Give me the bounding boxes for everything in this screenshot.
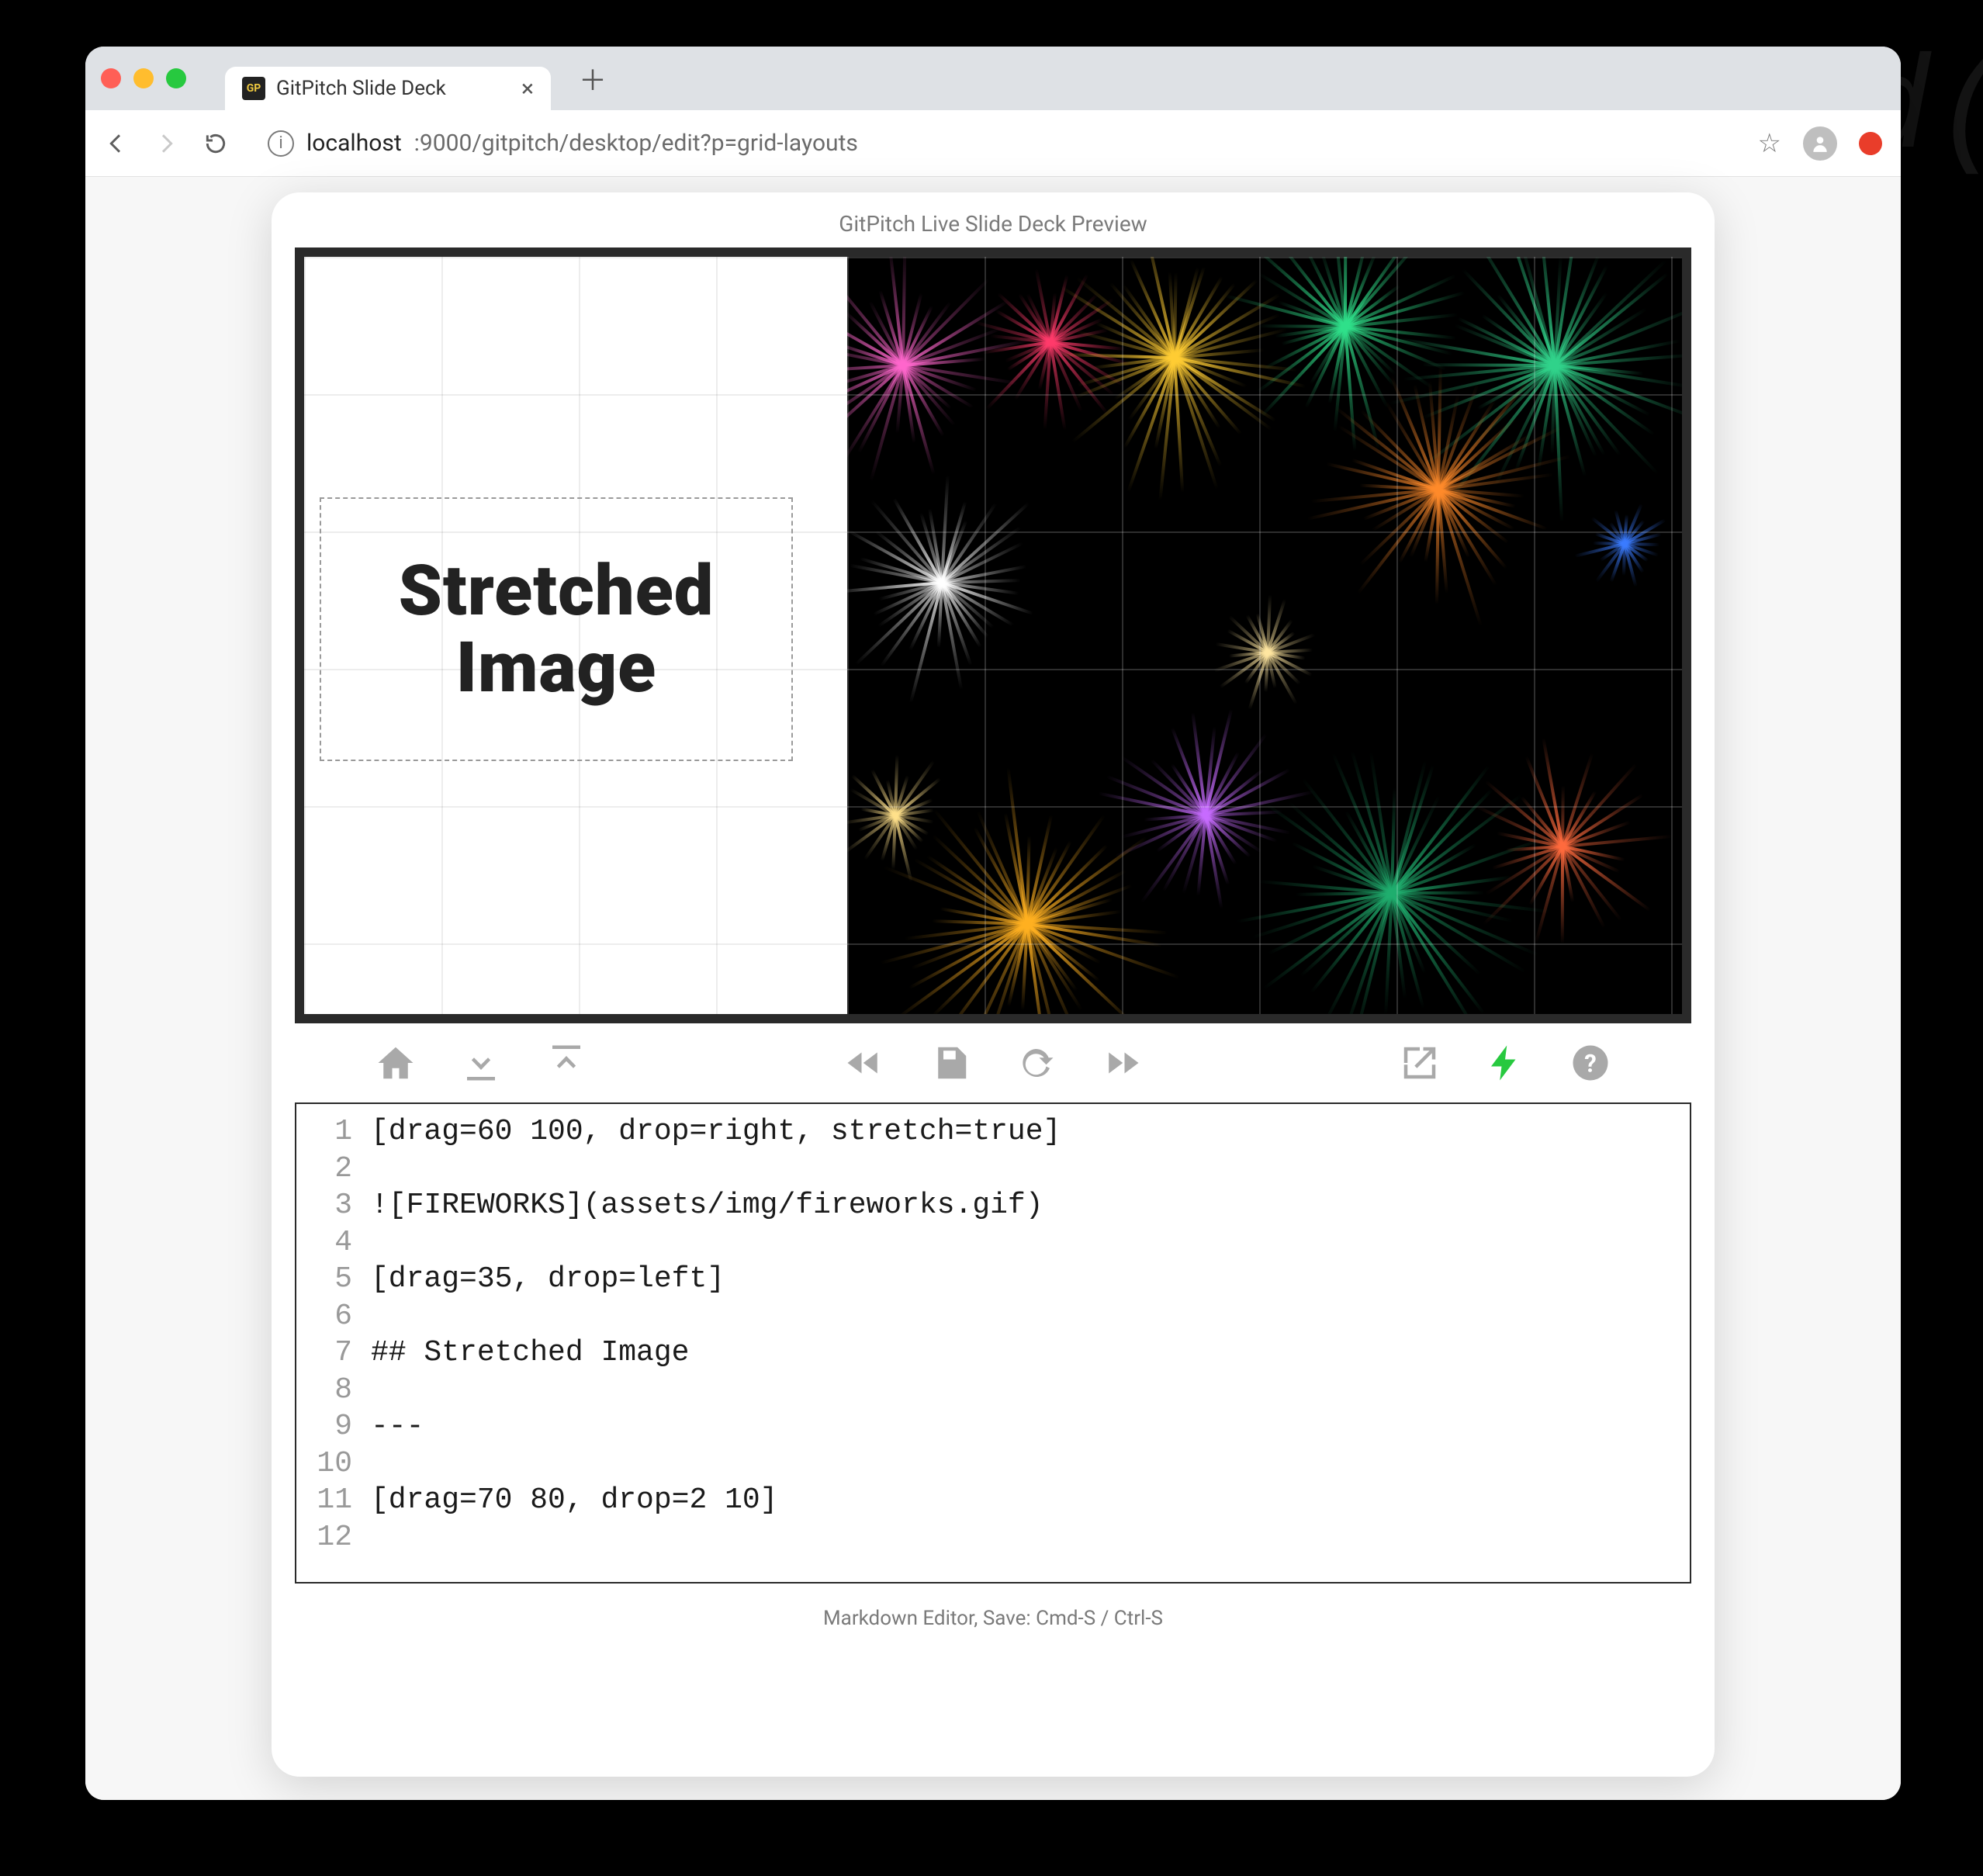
tab-strip: GP GitPitch Slide Deck × ＋ — [85, 47, 1901, 110]
rewind-icon — [844, 1042, 886, 1084]
refresh-icon — [1015, 1042, 1057, 1084]
slide-title-box: StretchedImage — [320, 497, 793, 761]
panel-header: GitPitch Live Slide Deck Preview — [272, 192, 1715, 247]
arrow-left-icon — [104, 131, 129, 156]
window-close-button[interactable] — [101, 68, 121, 88]
page-viewport: GitPitch Live Slide Deck Preview Stretch… — [85, 177, 1901, 1800]
next-slide-button[interactable] — [1098, 1042, 1144, 1084]
download-icon — [460, 1042, 502, 1084]
url-path: :9000/gitpitch/desktop/edit?p=grid-layou… — [414, 130, 858, 157]
slide-preview[interactable]: StretchedImage — [295, 247, 1691, 1023]
tab-title: GitPitch Slide Deck — [276, 77, 446, 100]
back-button[interactable] — [104, 131, 135, 156]
help-icon: ? — [1569, 1042, 1611, 1084]
prev-slide-button[interactable] — [842, 1042, 888, 1084]
arrow-right-icon — [154, 131, 178, 156]
forward-icon — [1100, 1042, 1142, 1084]
svg-text:?: ? — [1584, 1049, 1597, 1078]
bookmark-star-icon[interactable]: ☆ — [1758, 128, 1781, 159]
home-button[interactable] — [372, 1042, 419, 1084]
profile-avatar-icon[interactable] — [1803, 126, 1837, 161]
save-icon — [929, 1042, 971, 1084]
upload-button[interactable] — [543, 1042, 590, 1084]
tab-active[interactable]: GP GitPitch Slide Deck × — [225, 67, 551, 110]
save-button[interactable] — [927, 1042, 974, 1084]
address-bar: i localhost :9000/gitpitch/desktop/edit?p… — [85, 110, 1901, 177]
markdown-editor[interactable]: 1 2 3 4 5 6 7 8 9 10 11 12 [drag=60 100,… — [295, 1102, 1691, 1584]
new-tab-button[interactable]: ＋ — [576, 61, 610, 95]
window-minimize-button[interactable] — [133, 68, 154, 88]
upload-icon — [545, 1042, 587, 1084]
slide-title: StretchedImage — [399, 552, 715, 706]
popout-button[interactable] — [1396, 1042, 1443, 1084]
editor-line-gutter: 1 2 3 4 5 6 7 8 9 10 11 12 — [296, 1104, 360, 1582]
live-preview-button[interactable] — [1482, 1042, 1528, 1084]
refresh-button[interactable] — [1012, 1042, 1059, 1084]
editor-toolbar: ? — [272, 1023, 1715, 1102]
help-button[interactable]: ? — [1567, 1042, 1614, 1084]
traffic-lights — [101, 68, 186, 88]
site-info-icon[interactable]: i — [268, 130, 294, 157]
home-icon — [375, 1042, 417, 1084]
download-button[interactable] — [458, 1042, 504, 1084]
gitpitch-panel: GitPitch Live Slide Deck Preview Stretch… — [272, 192, 1715, 1777]
slide-image-fireworks — [847, 257, 1682, 1014]
person-icon — [1810, 133, 1830, 154]
external-link-icon — [1399, 1042, 1441, 1084]
panel-footer: Markdown Editor, Save: Cmd-S / Ctrl-S — [272, 1599, 1715, 1647]
reload-button[interactable] — [203, 131, 234, 156]
url-host: localhost — [306, 130, 402, 157]
tab-close-icon[interactable]: × — [521, 75, 534, 102]
bolt-icon — [1484, 1042, 1526, 1084]
reload-icon — [203, 131, 228, 156]
browser-window: GP GitPitch Slide Deck × ＋ i localhost :9… — [85, 47, 1901, 1800]
window-zoom-button[interactable] — [166, 68, 186, 88]
extension-dot-icon[interactable] — [1859, 132, 1882, 155]
editor-code[interactable]: [drag=60 100, drop=right, stretch=true] … — [360, 1104, 1690, 1582]
forward-button[interactable] — [154, 131, 185, 156]
tab-favicon: GP — [242, 77, 265, 100]
url-field[interactable]: i localhost :9000/gitpitch/desktop/edit?p… — [253, 123, 1739, 164]
